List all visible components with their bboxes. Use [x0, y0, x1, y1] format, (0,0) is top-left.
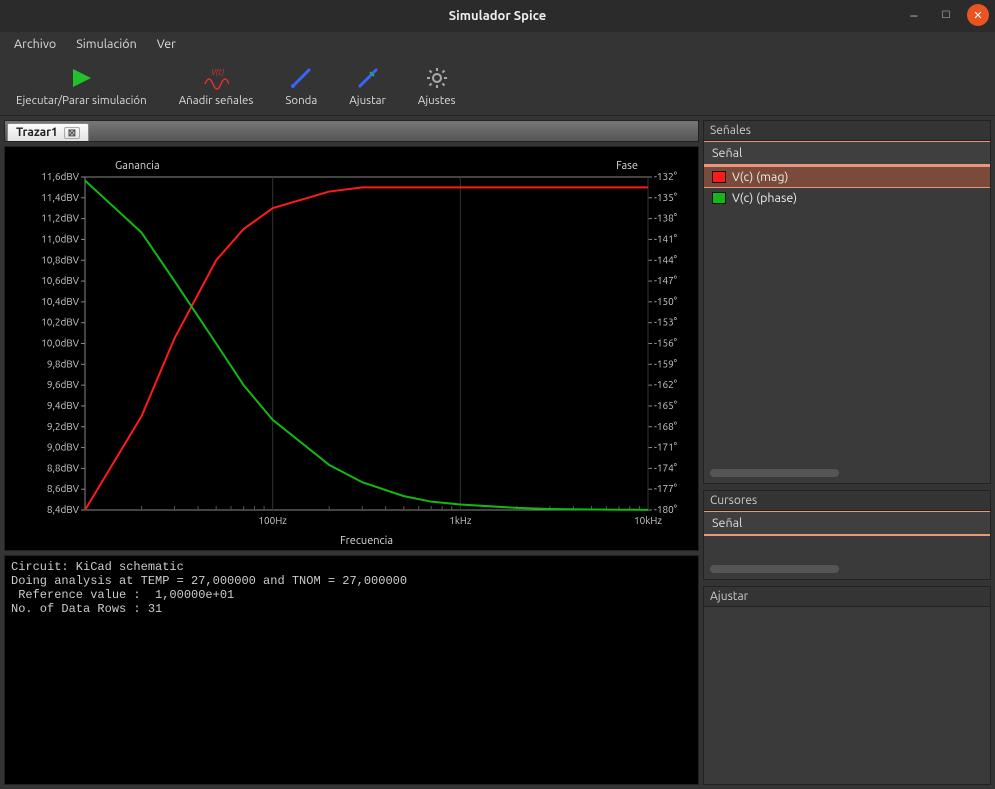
signal-row[interactable]: V(c) (phase): [704, 188, 990, 208]
svg-text:9,8dBV: 9,8dBV: [47, 358, 80, 369]
svg-text:9,2dBV: 9,2dBV: [47, 421, 80, 432]
color-swatch: [712, 171, 726, 183]
tune-icon: [355, 65, 381, 91]
menu-file[interactable]: Archivo: [6, 34, 64, 54]
svg-text:-156°: -156°: [654, 338, 677, 349]
svg-text:-180°: -180°: [654, 504, 677, 515]
console-output[interactable]: Circuit: KiCad schematic Doing analysis …: [4, 555, 699, 785]
run-label: Ejecutar/Parar simulación: [16, 94, 147, 107]
cursors-panel: Cursores Señal: [703, 490, 991, 580]
add-signals-label: Añadir señales: [179, 94, 254, 107]
menubar: Archivo Simulación Ver: [0, 32, 995, 56]
svg-text:8,4dBV: 8,4dBV: [47, 504, 80, 515]
plot-panel[interactable]: Ganancia Fase Frecuencia 11,6dBV 11,4dBV 11,2…: [4, 146, 699, 551]
adjust-panel-title: Ajustar: [704, 587, 990, 607]
gear-icon: [424, 65, 450, 91]
toolbar: Ejecutar/Parar simulación V(t) Añadir se…: [0, 56, 995, 116]
color-swatch: [712, 192, 726, 204]
tab-close-icon[interactable]: ⊠: [64, 127, 80, 139]
window-title: Simulador Spice: [449, 9, 546, 23]
signal-label: V(c) (phase): [732, 191, 797, 205]
menu-view[interactable]: Ver: [149, 34, 184, 54]
signals-list: V(c) (mag) V(c) (phase): [704, 166, 990, 465]
svg-text:-168°: -168°: [654, 421, 677, 432]
svg-text:11,0dBV: 11,0dBV: [41, 233, 79, 244]
svg-text:10,2dBV: 10,2dBV: [41, 317, 79, 328]
svg-text:Frecuencia: Frecuencia: [340, 535, 393, 547]
svg-text:-150°: -150°: [654, 296, 677, 307]
right-column: Señales Señal V(c) (mag) V(c) (phase) Cur…: [703, 116, 995, 789]
svg-text:-135°: -135°: [654, 192, 677, 203]
add-signals-button[interactable]: V(t) Añadir señales: [173, 63, 260, 109]
waveform-icon: V(t): [203, 65, 229, 91]
svg-text:9,4dBV: 9,4dBV: [47, 400, 80, 411]
svg-text:11,2dBV: 11,2dBV: [41, 213, 79, 224]
menu-sim[interactable]: Simulación: [68, 34, 145, 54]
svg-text:10kHz: 10kHz: [634, 515, 662, 526]
svg-text:-165°: -165°: [654, 400, 677, 411]
svg-text:V(t): V(t): [211, 68, 225, 77]
run-button[interactable]: Ejecutar/Parar simulación: [10, 63, 153, 109]
tune-label: Ajustar: [349, 94, 386, 107]
signal-row[interactable]: V(c) (mag): [704, 166, 990, 188]
settings-label: Ajustes: [418, 94, 456, 107]
signals-panel: Señales Señal V(c) (mag) V(c) (phase): [703, 120, 991, 484]
adjust-panel: Ajustar: [703, 586, 991, 785]
probe-button[interactable]: Sonda: [279, 63, 323, 109]
minimize-button[interactable]: [903, 4, 925, 26]
svg-text:-177°: -177°: [654, 483, 677, 494]
svg-text:10,0dBV: 10,0dBV: [41, 338, 79, 349]
window-controls: [903, 4, 989, 26]
svg-text:Ganancia: Ganancia: [115, 160, 160, 172]
svg-text:-132°: -132°: [654, 171, 677, 182]
svg-text:-144°: -144°: [654, 254, 677, 265]
svg-text:10,8dBV: 10,8dBV: [41, 254, 79, 265]
svg-text:-147°: -147°: [654, 275, 677, 286]
tab-trazar1[interactable]: Trazar1 ⊠: [7, 123, 89, 141]
plot-canvas[interactable]: Ganancia Fase Frecuencia 11,6dBV 11,4dBV 11,2…: [5, 147, 698, 550]
plot-tabstrip: Trazar1 ⊠: [4, 120, 699, 142]
settings-button[interactable]: Ajustes: [412, 63, 462, 109]
svg-text:11,6dBV: 11,6dBV: [41, 171, 79, 182]
left-column: Trazar1 ⊠ Ganancia Fase Frecuencia 11,6dBV 1…: [0, 116, 703, 789]
svg-text:Fase: Fase: [616, 160, 638, 172]
svg-text:-159°: -159°: [654, 358, 677, 369]
svg-text:10,4dBV: 10,4dBV: [41, 296, 79, 307]
signals-column-header[interactable]: Señal: [704, 141, 990, 166]
svg-text:-171°: -171°: [654, 442, 677, 453]
svg-text:-174°: -174°: [654, 462, 677, 473]
svg-text:9,6dBV: 9,6dBV: [47, 379, 80, 390]
svg-text:-153°: -153°: [654, 317, 677, 328]
tab-label: Trazar1: [16, 126, 58, 139]
svg-text:8,6dBV: 8,6dBV: [47, 483, 80, 494]
close-button[interactable]: [967, 4, 989, 26]
svg-text:8,8dBV: 8,8dBV: [47, 462, 80, 473]
maximize-button[interactable]: [935, 4, 957, 26]
svg-text:-138°: -138°: [654, 213, 677, 224]
main-area: Trazar1 ⊠ Ganancia Fase Frecuencia 11,6dBV 1…: [0, 116, 995, 789]
play-icon: [68, 65, 94, 91]
cursors-panel-title: Cursores: [704, 491, 990, 511]
svg-text:100Hz: 100Hz: [258, 515, 287, 526]
probe-label: Sonda: [285, 94, 317, 107]
scrollbar-thumb[interactable]: [710, 469, 839, 477]
svg-text:10,6dBV: 10,6dBV: [41, 275, 79, 286]
probe-icon: [288, 65, 314, 91]
svg-text:1kHz: 1kHz: [449, 515, 472, 526]
titlebar: Simulador Spice: [0, 0, 995, 32]
cursors-column-header[interactable]: Señal: [704, 511, 990, 536]
svg-text:9,0dBV: 9,0dBV: [47, 442, 80, 453]
svg-text:11,4dBV: 11,4dBV: [41, 192, 79, 203]
svg-text:-162°: -162°: [654, 379, 677, 390]
tune-button[interactable]: Ajustar: [343, 63, 392, 109]
scrollbar-thumb[interactable]: [710, 565, 839, 573]
signals-panel-title: Señales: [704, 121, 990, 141]
svg-text:-141°: -141°: [654, 233, 677, 244]
signal-label: V(c) (mag): [732, 170, 788, 184]
